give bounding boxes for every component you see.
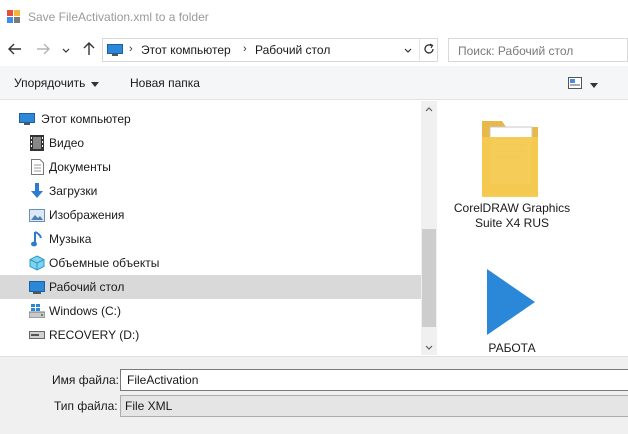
tree-label: Объемные объекты: [49, 256, 160, 270]
chevron-up-icon: [425, 104, 433, 114]
title-bar: Save FileActivation.xml to a folder: [0, 0, 628, 34]
navigation-pane-scrollbar[interactable]: [421, 101, 437, 355]
new-folder-button[interactable]: Новая папка: [130, 76, 200, 90]
tree-item-documents[interactable]: Документы: [0, 155, 421, 179]
tree-label: Документы: [49, 160, 111, 174]
filename-input[interactable]: [120, 369, 628, 391]
tree-item-recovery-d[interactable]: RECOVERY (D:): [0, 323, 421, 347]
file-label: CorelDRAW Graphics Suite X4 RUS: [453, 201, 571, 230]
arrow-up-icon: [83, 41, 95, 59]
tree-item-pictures[interactable]: Изображения: [0, 203, 421, 227]
chevron-down-icon: [425, 342, 433, 352]
file-list: CorelDRAW Graphics Suite X4 RUS РАБОТА: [437, 101, 628, 355]
drive-icon: [29, 327, 45, 343]
forward-button[interactable]: [34, 41, 52, 59]
computer-icon: [107, 43, 123, 57]
documents-folder-icon: [29, 159, 45, 175]
filename-label: Имя файла:: [52, 373, 119, 387]
tree-label: Видео: [49, 136, 85, 150]
save-options-panel: Имя файла: Тип файла: File XML: [0, 356, 628, 434]
tree-label: Рабочий стол: [49, 280, 125, 294]
breadcrumb-separator: ›: [129, 43, 133, 55]
file-item-shortcut[interactable]: РАБОТА: [452, 265, 572, 355]
tree-label: Загрузки: [49, 184, 98, 198]
tree-item-videos[interactable]: Видео: [0, 131, 421, 155]
refresh-icon: [423, 42, 435, 58]
dropdown-arrow-icon: [91, 76, 100, 90]
up-button[interactable]: [80, 41, 98, 59]
computer-icon: [19, 111, 35, 127]
change-view-button[interactable]: [568, 75, 608, 93]
breadcrumb-desktop[interactable]: Рабочий стол: [255, 43, 330, 57]
refresh-button[interactable]: [419, 39, 437, 61]
window-title: Save FileActivation.xml to a folder: [28, 10, 209, 24]
tree-label: Изображения: [49, 208, 125, 222]
tree-label: RECOVERY (D:): [49, 328, 140, 342]
3d-objects-folder-icon: [29, 255, 45, 271]
tree-item-windows-c[interactable]: Windows (C:): [0, 299, 421, 323]
app-icon: [7, 10, 21, 24]
scroll-thumb[interactable]: [422, 229, 436, 327]
file-item-folder[interactable]: CorelDRAW Graphics Suite X4 RUS: [452, 115, 572, 231]
view-icon: [568, 76, 582, 92]
music-folder-icon: [29, 231, 45, 247]
organize-label: Упорядочить: [14, 76, 86, 90]
tree-item-desktop[interactable]: Рабочий стол: [0, 275, 421, 299]
desktop-folder-icon: [29, 279, 45, 295]
navigation-pane: Этот компьютер Видео Документы Загрузки …: [0, 101, 421, 355]
filetype-label: Тип файла:: [54, 399, 118, 413]
pictures-folder-icon: [29, 207, 45, 223]
tree-item-3d-objects[interactable]: Объемные объекты: [0, 251, 421, 275]
address-dropdown-button[interactable]: [399, 39, 417, 61]
command-bar: Упорядочить Новая папка: [0, 66, 628, 100]
folder-icon: [452, 115, 572, 201]
chevron-down-icon: [404, 43, 412, 57]
shortcut-play-icon: [452, 265, 572, 341]
tree-label: Windows (C:): [49, 304, 122, 318]
breadcrumb-this-pc[interactable]: Этот компьютер: [141, 43, 231, 57]
filetype-select[interactable]: File XML: [120, 395, 628, 417]
arrow-right-icon: [36, 43, 50, 58]
video-folder-icon: [29, 135, 45, 151]
recent-locations-button[interactable]: [59, 41, 73, 59]
back-button[interactable]: [6, 41, 24, 59]
breadcrumb-separator: ›: [243, 43, 247, 55]
dropdown-arrow-icon: [590, 77, 598, 91]
downloads-folder-icon: [29, 183, 45, 199]
address-bar[interactable]: › Этот компьютер › Рабочий стол: [102, 38, 438, 62]
windows-drive-icon: [29, 303, 45, 319]
file-label: РАБОТА: [488, 341, 536, 355]
arrow-left-icon: [8, 43, 22, 58]
tree-label: Этот компьютер: [41, 112, 131, 126]
tree-item-this-pc[interactable]: Этот компьютер: [0, 107, 421, 131]
chevron-down-icon: [62, 43, 70, 57]
organize-button[interactable]: Упорядочить: [14, 76, 100, 90]
tree-label: Музыка: [49, 232, 92, 246]
tree-item-music[interactable]: Музыка: [0, 227, 421, 251]
search-placeholder: Поиск: Рабочий стол: [458, 44, 574, 58]
scroll-up-button[interactable]: [421, 101, 437, 117]
search-input[interactable]: Поиск: Рабочий стол: [448, 38, 628, 62]
tree-item-downloads[interactable]: Загрузки: [0, 179, 421, 203]
scroll-down-button[interactable]: [421, 339, 437, 355]
